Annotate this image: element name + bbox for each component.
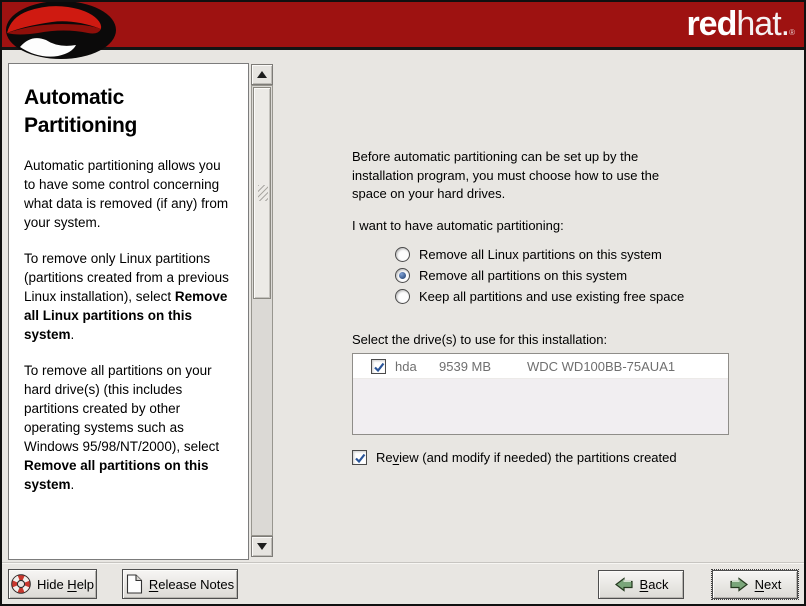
radio-option-keep-all[interactable]: Keep all partitions and use existing fre… <box>395 288 684 305</box>
back-button[interactable]: Back <box>598 570 684 599</box>
document-icon <box>126 574 143 594</box>
help-title: Automatic Partitioning <box>24 84 234 140</box>
intro-text: Before automatic partitioning can be set… <box>352 148 687 204</box>
hide-help-label: Hide Help <box>37 577 94 592</box>
back-label: Back <box>640 577 669 592</box>
review-partitions-checkbox-row[interactable]: Review (and modify if needed) the partit… <box>352 450 677 465</box>
release-notes-label: Release Notes <box>149 577 234 592</box>
release-notes-button[interactable]: Release Notes <box>122 569 238 599</box>
header-banner: redhat.® <box>2 2 804 50</box>
drive-list[interactable]: hda 9539 MB WDC WD100BB-75AUA1 <box>352 353 729 435</box>
scroll-up-button[interactable] <box>251 64 273 85</box>
help-scrollbar[interactable] <box>251 64 273 557</box>
radio-icon[interactable] <box>395 247 410 262</box>
wordmark-hat: hat <box>736 5 780 43</box>
life-ring-icon <box>11 574 31 594</box>
help-paragraph: To remove only Linux partitions (partiti… <box>24 249 234 344</box>
scrollbar-trough[interactable] <box>251 85 273 536</box>
radio-icon[interactable] <box>395 289 410 304</box>
radio-label: Remove all partitions on this system <box>419 268 627 283</box>
footer-separator <box>2 562 804 564</box>
review-checkbox-label: Review (and modify if needed) the partit… <box>376 450 677 465</box>
drive-checkbox[interactable] <box>371 359 386 374</box>
drives-select-label: Select the drive(s) to use for this inst… <box>352 332 607 347</box>
hide-help-button[interactable]: Hide Help <box>8 569 97 599</box>
radio-label: Remove all Linux partitions on this syst… <box>419 247 662 262</box>
thumb-grip-icon <box>258 185 268 201</box>
triangle-up-icon <box>257 71 267 78</box>
drive-size: 9539 MB <box>439 359 527 374</box>
arrow-right-icon <box>729 576 749 593</box>
installer-window: redhat.® Automatic Partitioning Automati… <box>0 0 806 606</box>
radio-label: Keep all partitions and use existing fre… <box>419 289 684 304</box>
arrow-left-icon <box>614 576 634 593</box>
drive-row-hda[interactable]: hda 9539 MB WDC WD100BB-75AUA1 <box>353 354 728 379</box>
drive-model: WDC WD100BB-75AUA1 <box>527 359 675 374</box>
help-paragraph: To remove all partitions on your hard dr… <box>24 361 234 494</box>
next-label: Next <box>755 577 782 592</box>
wordmark-red: red <box>686 5 736 43</box>
help-paragraph: Automatic partitioning allows you to hav… <box>24 156 234 232</box>
drive-name: hda <box>395 359 439 374</box>
review-checkbox[interactable] <box>352 450 367 465</box>
scrollbar-thumb[interactable] <box>253 87 271 299</box>
help-panel: Automatic Partitioning Automatic partiti… <box>8 63 249 560</box>
registered-mark: ® <box>789 28 794 37</box>
redhat-wordmark: redhat.® <box>686 4 794 53</box>
radio-selected-icon[interactable] <box>395 268 410 283</box>
radio-option-remove-all[interactable]: Remove all partitions on this system <box>395 267 627 284</box>
triangle-down-icon <box>257 543 267 550</box>
redhat-shadowman-logo-icon <box>4 2 116 60</box>
scroll-down-button[interactable] <box>251 536 273 557</box>
partitioning-prompt: I want to have automatic partitioning: <box>352 218 564 233</box>
radio-option-remove-linux[interactable]: Remove all Linux partitions on this syst… <box>395 246 662 263</box>
next-button[interactable]: Next <box>712 570 798 599</box>
